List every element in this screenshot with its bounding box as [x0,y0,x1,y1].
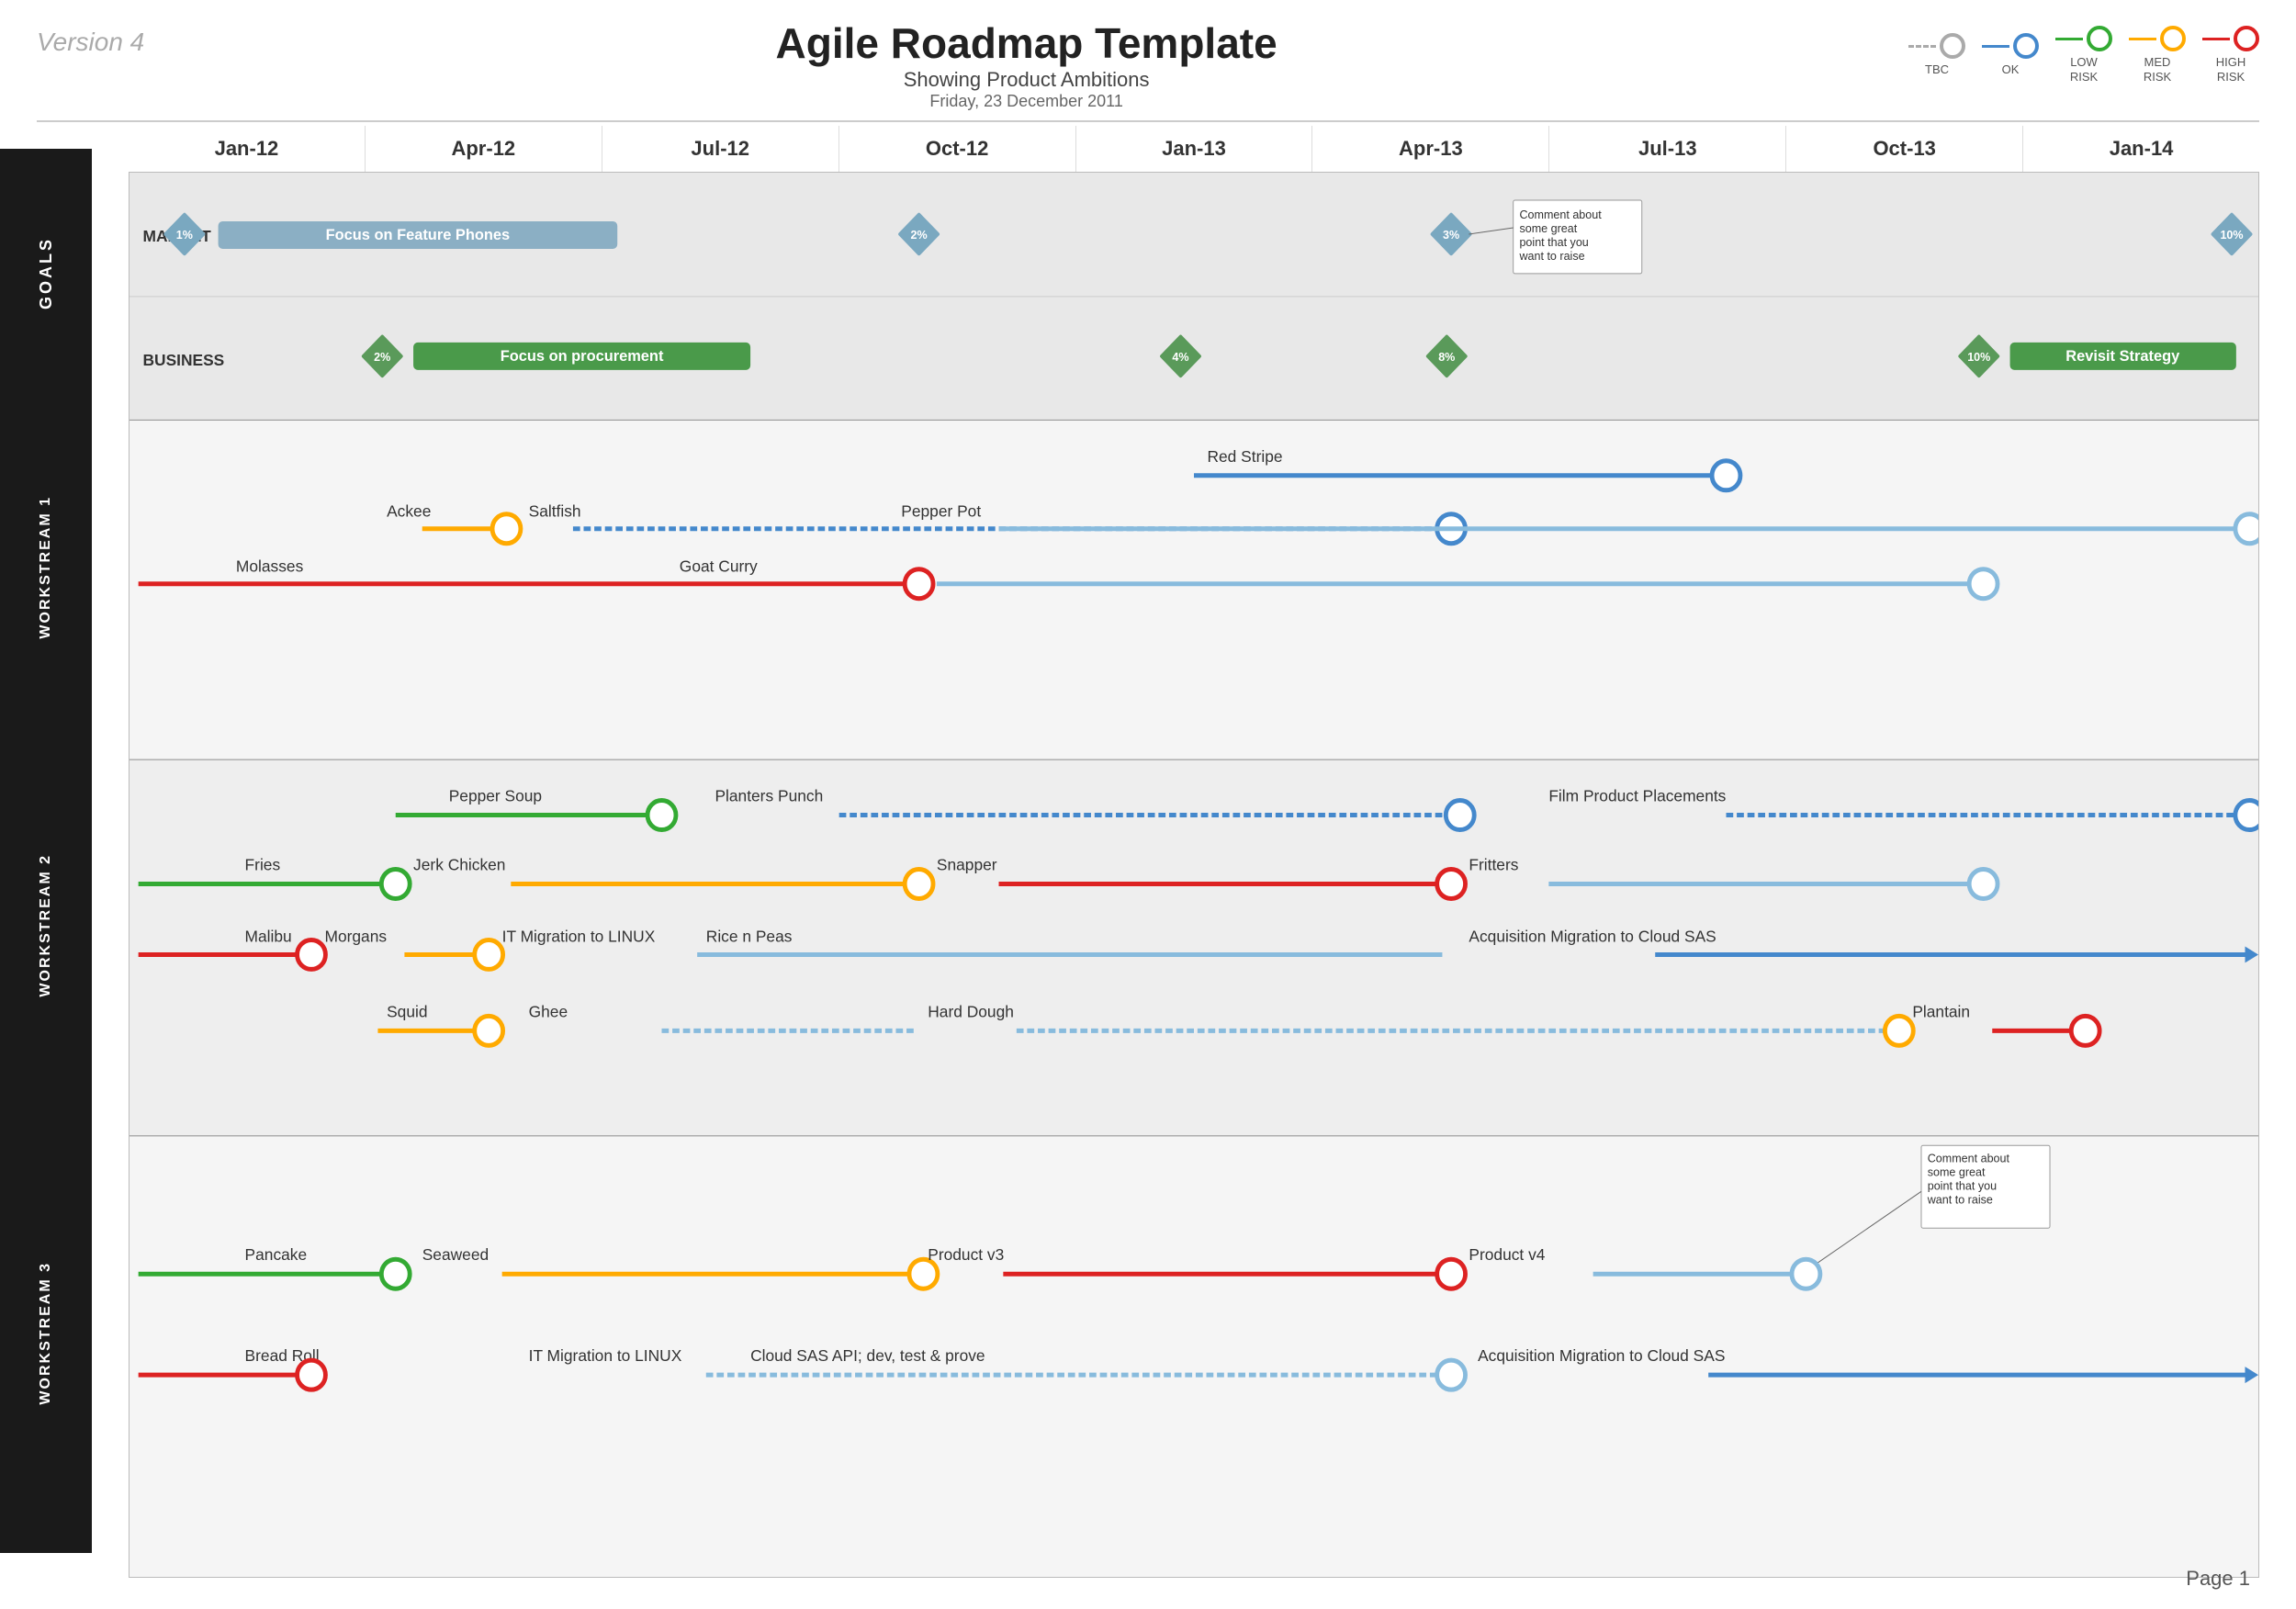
svg-text:Red Stripe: Red Stripe [1207,447,1282,466]
svg-text:Acquisition Migration to Cloud: Acquisition Migration to Cloud SAS [1469,927,1716,945]
main-title: Agile Roadmap Template [144,18,1908,68]
svg-text:Pepper Soup: Pepper Soup [449,786,543,804]
col-apr12: Apr-12 [366,126,602,172]
goals-label-block: GOALS [0,149,92,398]
svg-text:4%: 4% [1172,350,1189,364]
ws1-label-block: WORKSTREAM 1 [0,398,92,737]
col-jan12: Jan-12 [129,126,366,172]
page-number: Page 1 [2186,1567,2250,1591]
svg-text:10%: 10% [2220,228,2244,242]
svg-text:want to raise: want to raise [1518,249,1584,263]
svg-text:Pancake: Pancake [245,1245,308,1264]
page: Version 4 Agile Roadmap Template Showing… [0,0,2296,1609]
legend-ok: OK [1982,33,2039,76]
svg-text:IT Migration to LINUX: IT Migration to LINUX [529,1346,682,1365]
col-jul13: Jul-13 [1549,126,1786,172]
svg-text:8%: 8% [1438,350,1456,364]
svg-text:Comment about: Comment about [1519,208,1602,221]
svg-text:Product v4: Product v4 [1469,1245,1545,1264]
version-label: Version 4 [37,18,144,57]
ws3-label: WORKSTREAM 3 [38,1262,54,1405]
legend: TBC OK LOWRISK [1908,18,2259,84]
svg-text:IT Migration to LINUX: IT Migration to LINUX [502,927,656,945]
svg-text:Molasses: Molasses [236,557,304,575]
legend-med-risk: MEDRISK [2129,26,2186,84]
svg-text:Fritters: Fritters [1469,855,1518,873]
roadmap-svg: MARKET 1% Focus on Feature Phones 2% 3% … [129,173,2258,1577]
svg-text:Revisit Strategy: Revisit Strategy [2065,347,2180,365]
svg-text:Film Product Placements: Film Product Placements [1548,786,1726,804]
legend-high-risk: HIGHRISK [2202,26,2259,84]
svg-text:Ackee: Ackee [387,501,431,520]
svg-text:BUSINESS: BUSINESS [142,351,224,369]
col-apr13: Apr-13 [1312,126,1549,172]
svg-text:Squid: Squid [387,1002,427,1020]
svg-text:Goat Curry: Goat Curry [680,557,758,575]
date-label: Friday, 23 December 2011 [144,92,1908,111]
svg-text:some great: some great [1519,221,1577,235]
svg-text:Seaweed: Seaweed [422,1245,489,1264]
col-jan13: Jan-13 [1076,126,1313,172]
svg-text:Saltfish: Saltfish [529,501,581,520]
subtitle: Showing Product Ambitions [144,68,1908,92]
ws3-label-block: WORKSTREAM 3 [0,1114,92,1553]
legend-tbc: TBC [1908,33,1965,76]
svg-text:1%: 1% [176,228,194,242]
ws2-label-block: WORKSTREAM 2 [0,737,92,1114]
svg-text:Hard Dough: Hard Dough [928,1002,1014,1020]
col-oct12: Oct-12 [839,126,1076,172]
svg-text:Focus on Feature Phones: Focus on Feature Phones [326,226,510,243]
svg-text:Comment about: Comment about [1928,1151,2010,1165]
svg-text:Morgans: Morgans [324,927,387,945]
svg-text:point that you: point that you [1519,235,1588,249]
svg-text:10%: 10% [1967,350,1991,364]
title-block: Agile Roadmap Template Showing Product A… [144,18,1908,111]
svg-text:Planters Punch: Planters Punch [715,786,823,804]
col-jan14: Jan-14 [2023,126,2259,172]
svg-text:Plantain: Plantain [1912,1002,1970,1020]
svg-text:3%: 3% [1443,228,1460,242]
svg-text:Rice n Peas: Rice n Peas [706,927,793,945]
svg-text:Acquisition Migration to Cloud: Acquisition Migration to Cloud SAS [1478,1346,1725,1365]
legend-low-risk: LOWRISK [2055,26,2112,84]
svg-text:point that you: point that you [1928,1178,1997,1192]
header-divider [37,120,2259,122]
svg-text:Snapper: Snapper [937,855,997,873]
svg-text:Ghee: Ghee [529,1002,568,1020]
ws1-label: WORKSTREAM 1 [38,496,54,639]
svg-text:2%: 2% [374,350,391,364]
svg-text:want to raise: want to raise [1927,1192,1993,1206]
svg-text:Cloud SAS API; dev, test & pro: Cloud SAS API; dev, test & prove [750,1346,985,1365]
svg-text:Focus on procurement: Focus on procurement [501,347,664,365]
svg-text:Malibu: Malibu [245,927,292,945]
timeline-header: Jan-12 Apr-12 Jul-12 Oct-12 Jan-13 Apr-1… [129,126,2259,173]
svg-text:some great: some great [1928,1165,1986,1178]
svg-text:2%: 2% [911,228,929,242]
col-jul12: Jul-12 [602,126,839,172]
svg-text:Product v3: Product v3 [928,1245,1004,1264]
ws2-label: WORKSTREAM 2 [38,854,54,997]
roadmap-canvas: MARKET 1% Focus on Feature Phones 2% 3% … [129,173,2259,1578]
header: Version 4 Agile Roadmap Template Showing… [37,18,2259,111]
goals-label: GOALS [37,237,56,309]
svg-text:Pepper Pot: Pepper Pot [901,501,981,520]
col-oct13: Oct-13 [1786,126,2023,172]
svg-text:Jerk Chicken: Jerk Chicken [413,855,505,873]
svg-text:Fries: Fries [245,855,281,873]
